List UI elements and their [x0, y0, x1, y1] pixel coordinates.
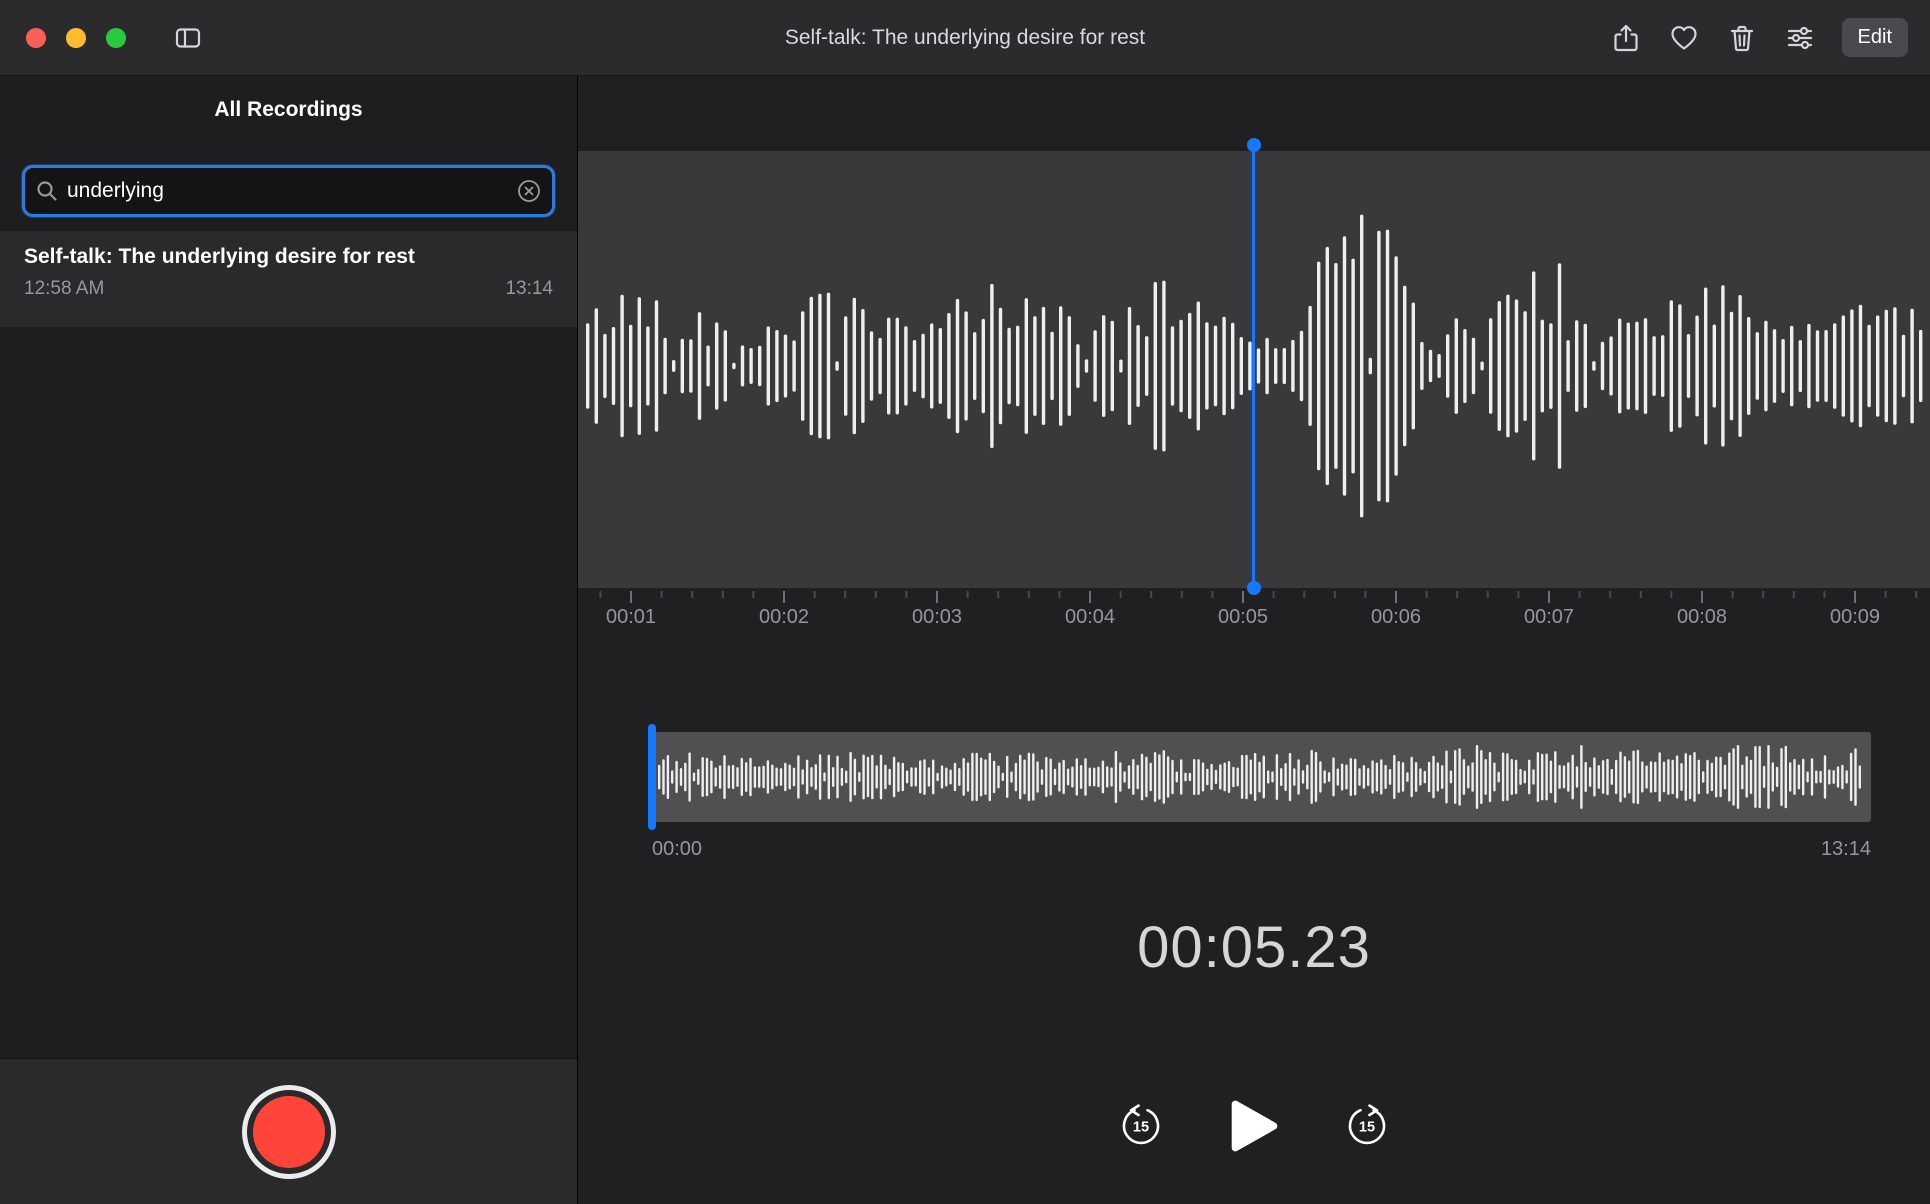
recording-duration: 13:14: [505, 278, 553, 299]
trash-icon: [1730, 25, 1753, 51]
ruler-label: 00:04: [1064, 606, 1116, 628]
player-area: 00:01 00:02 00:03 00:04 00:05 00:06 00:0…: [578, 76, 1930, 1204]
svg-text:15: 15: [1133, 1120, 1149, 1136]
heart-icon: [1670, 25, 1697, 50]
skip-back-15-icon: 15: [1122, 1104, 1160, 1145]
zoom-window-button[interactable]: [106, 27, 126, 48]
overview-playhead-handle[interactable]: [648, 724, 656, 830]
minimize-window-button[interactable]: [66, 27, 86, 48]
sidebar-title: All Recordings: [214, 98, 363, 121]
waveform-overview: [658, 745, 1861, 809]
ruler-label: 00:07: [1523, 606, 1575, 628]
playhead-top-handle[interactable]: [1247, 138, 1261, 152]
ruler-label: 00:09: [1829, 606, 1881, 628]
playback-settings-button[interactable]: [1784, 22, 1816, 54]
timeline-ruler: 00:01 00:02 00:03 00:04 00:05 00:06 00:0…: [578, 606, 1930, 632]
record-bar: [0, 1058, 577, 1204]
sidebar-toggle-button[interactable]: [172, 22, 204, 54]
recording-time: 12:58 AM: [24, 278, 105, 299]
sidebar-toggle-icon: [175, 27, 201, 48]
playhead-bottom-handle[interactable]: [1247, 581, 1261, 595]
close-window-button[interactable]: [26, 27, 46, 48]
recording-list-item[interactable]: Self-talk: The underlying desire for res…: [0, 231, 577, 327]
overview-end-time: 13:14: [1820, 838, 1871, 860]
delete-button[interactable]: [1726, 22, 1758, 54]
search-field[interactable]: [22, 165, 555, 217]
ruler-label: 00:01: [605, 606, 657, 628]
ruler-label: 00:03: [911, 606, 963, 628]
share-button[interactable]: [1610, 22, 1642, 54]
skip-forward-15-button[interactable]: 15: [1344, 1103, 1390, 1149]
clear-search-icon[interactable]: [516, 178, 542, 204]
overview-labels: 00:00 13:14: [652, 838, 1871, 861]
svg-text:15: 15: [1359, 1120, 1375, 1136]
recording-title: Self-talk: The underlying desire for res…: [24, 245, 415, 268]
share-icon: [1613, 24, 1638, 51]
ruler-label: 00:06: [1370, 606, 1422, 628]
overview-start-time: 00:00: [652, 838, 703, 860]
playback-controls: 15 15: [578, 1098, 1930, 1154]
play-icon: [1231, 1100, 1278, 1152]
sidebar: All Recordings Self-talk: The underlying…: [0, 76, 578, 1204]
record-button[interactable]: [241, 1084, 336, 1179]
skip-back-15-button[interactable]: 15: [1118, 1103, 1164, 1149]
record-icon: [252, 1095, 325, 1168]
current-time-display: 00:05.23: [1137, 915, 1371, 980]
overview-scrubber[interactable]: [652, 732, 1871, 822]
window-controls: [26, 27, 126, 48]
playhead[interactable]: [1252, 145, 1255, 588]
ruler-label: 00:02: [758, 606, 810, 628]
search-input[interactable]: [67, 179, 516, 203]
search-icon: [37, 181, 57, 201]
edit-button[interactable]: Edit: [1841, 18, 1908, 57]
sliders-icon: [1787, 26, 1812, 49]
play-button[interactable]: [1226, 1098, 1282, 1154]
ruler-label: 00:05: [1217, 606, 1269, 628]
titlebar: Self-talk: The underlying desire for res…: [0, 0, 1930, 76]
favorite-button[interactable]: [1668, 22, 1700, 54]
ruler-label: 00:08: [1676, 606, 1728, 628]
skip-forward-15-icon: 15: [1348, 1104, 1386, 1145]
